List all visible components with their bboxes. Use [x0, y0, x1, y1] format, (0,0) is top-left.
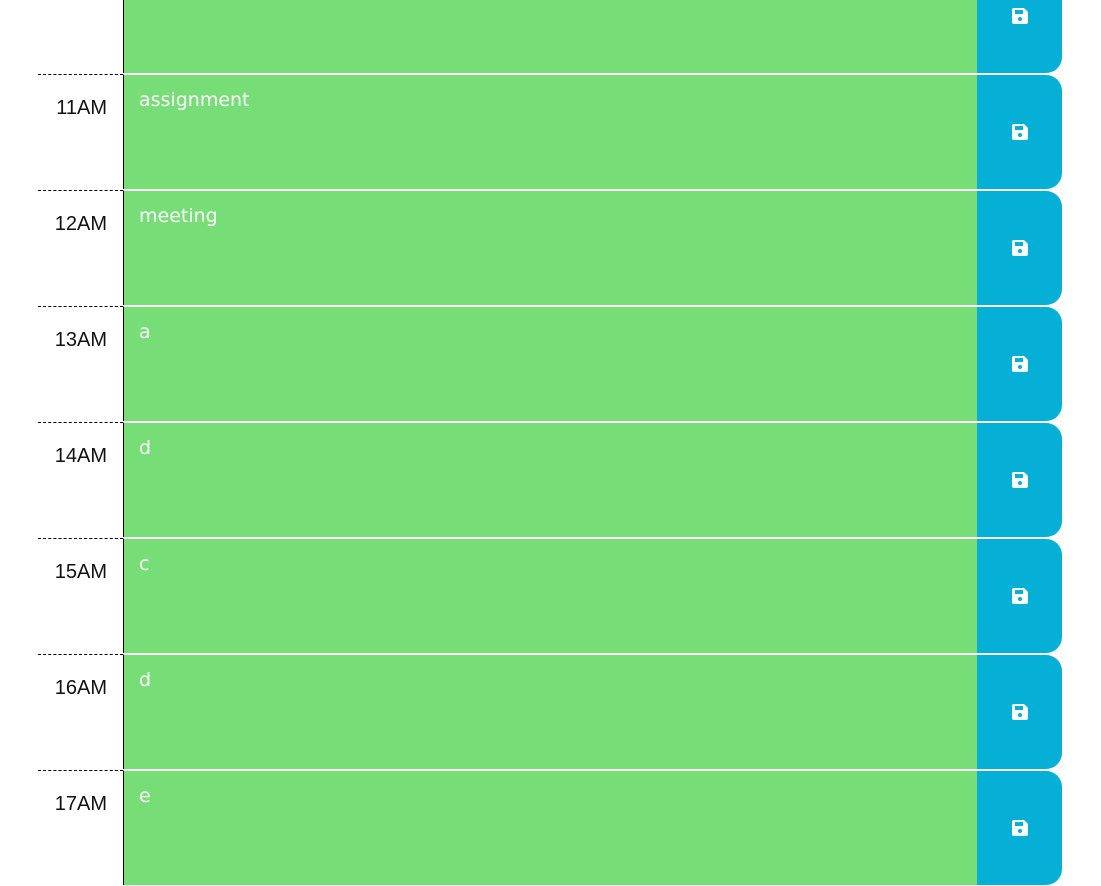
save-button[interactable]	[977, 539, 1062, 653]
time-block-11am: 11AM assignment	[0, 74, 1101, 190]
hour-label: 10AM	[38, 0, 123, 73]
event-textarea[interactable]: d	[123, 422, 977, 537]
save-button[interactable]	[977, 771, 1062, 885]
hour-label: 15AM	[38, 538, 123, 653]
hour-label: 11AM	[38, 74, 123, 189]
time-block-12am: 12AM meeting	[0, 190, 1101, 306]
floppy-disk-icon	[1011, 472, 1028, 488]
time-block-13am: 13AM a	[0, 306, 1101, 422]
floppy-disk-icon	[1011, 588, 1028, 604]
hour-label: 12AM	[38, 190, 123, 305]
hour-label: 16AM	[38, 654, 123, 769]
floppy-disk-icon	[1011, 820, 1028, 836]
time-block-14am: 14AM d	[0, 422, 1101, 538]
save-button[interactable]	[977, 0, 1062, 73]
save-button[interactable]	[977, 655, 1062, 769]
time-block-17am: 17AM e	[0, 770, 1101, 886]
event-textarea[interactable]	[123, 0, 977, 73]
floppy-disk-icon	[1011, 124, 1028, 140]
time-block-15am: 15AM c	[0, 538, 1101, 654]
floppy-disk-icon	[1011, 8, 1028, 24]
event-textarea[interactable]: meeting	[123, 190, 977, 305]
floppy-disk-icon	[1011, 704, 1028, 720]
floppy-disk-icon	[1011, 240, 1028, 256]
day-planner: 10AM 11AM assignment 12AM meeting	[0, 0, 1101, 886]
time-block-10am: 10AM	[0, 0, 1101, 74]
event-textarea[interactable]: e	[123, 770, 977, 885]
floppy-disk-icon	[1011, 356, 1028, 372]
save-button[interactable]	[977, 191, 1062, 305]
hour-label: 14AM	[38, 422, 123, 537]
event-textarea[interactable]: a	[123, 306, 977, 421]
hour-label: 13AM	[38, 306, 123, 421]
event-textarea[interactable]: c	[123, 538, 977, 653]
save-button[interactable]	[977, 75, 1062, 189]
event-textarea[interactable]: assignment	[123, 74, 977, 189]
hour-label: 17AM	[38, 770, 123, 885]
event-textarea[interactable]: d	[123, 654, 977, 769]
save-button[interactable]	[977, 307, 1062, 421]
save-button[interactable]	[977, 423, 1062, 537]
time-block-16am: 16AM d	[0, 654, 1101, 770]
